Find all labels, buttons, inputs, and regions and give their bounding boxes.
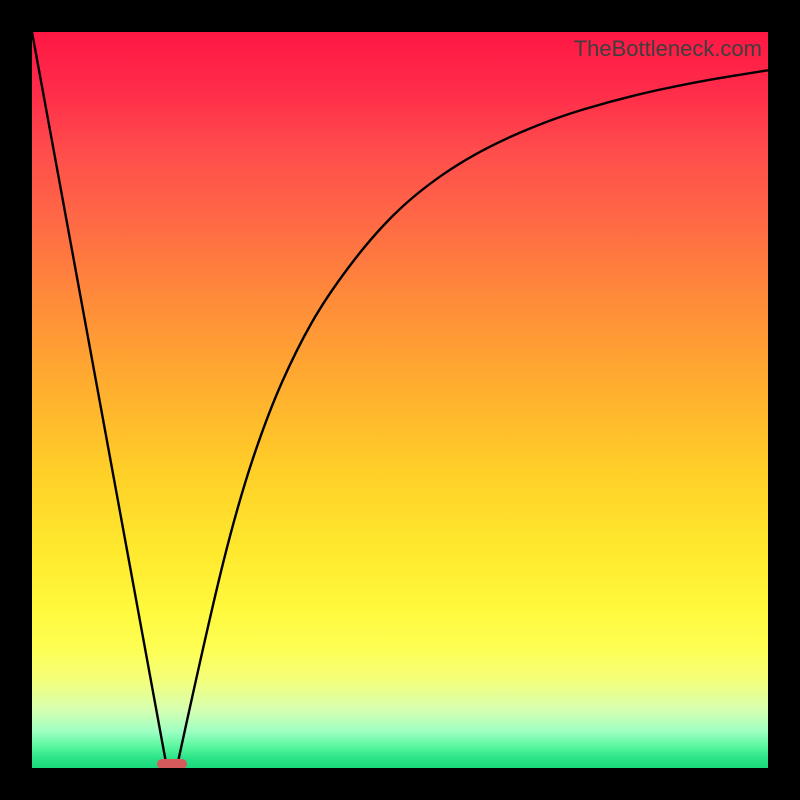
chart-curves-svg [32, 32, 768, 768]
chart-frame: TheBottleneck.com [0, 0, 800, 800]
left-line [32, 32, 167, 767]
frame-border-left [0, 0, 32, 800]
frame-border-top [0, 0, 800, 32]
optimum-marker [157, 759, 186, 768]
frame-border-bottom [0, 768, 800, 800]
frame-border-right [768, 0, 800, 800]
right-curve [177, 70, 768, 766]
plot-area: TheBottleneck.com [32, 32, 768, 768]
